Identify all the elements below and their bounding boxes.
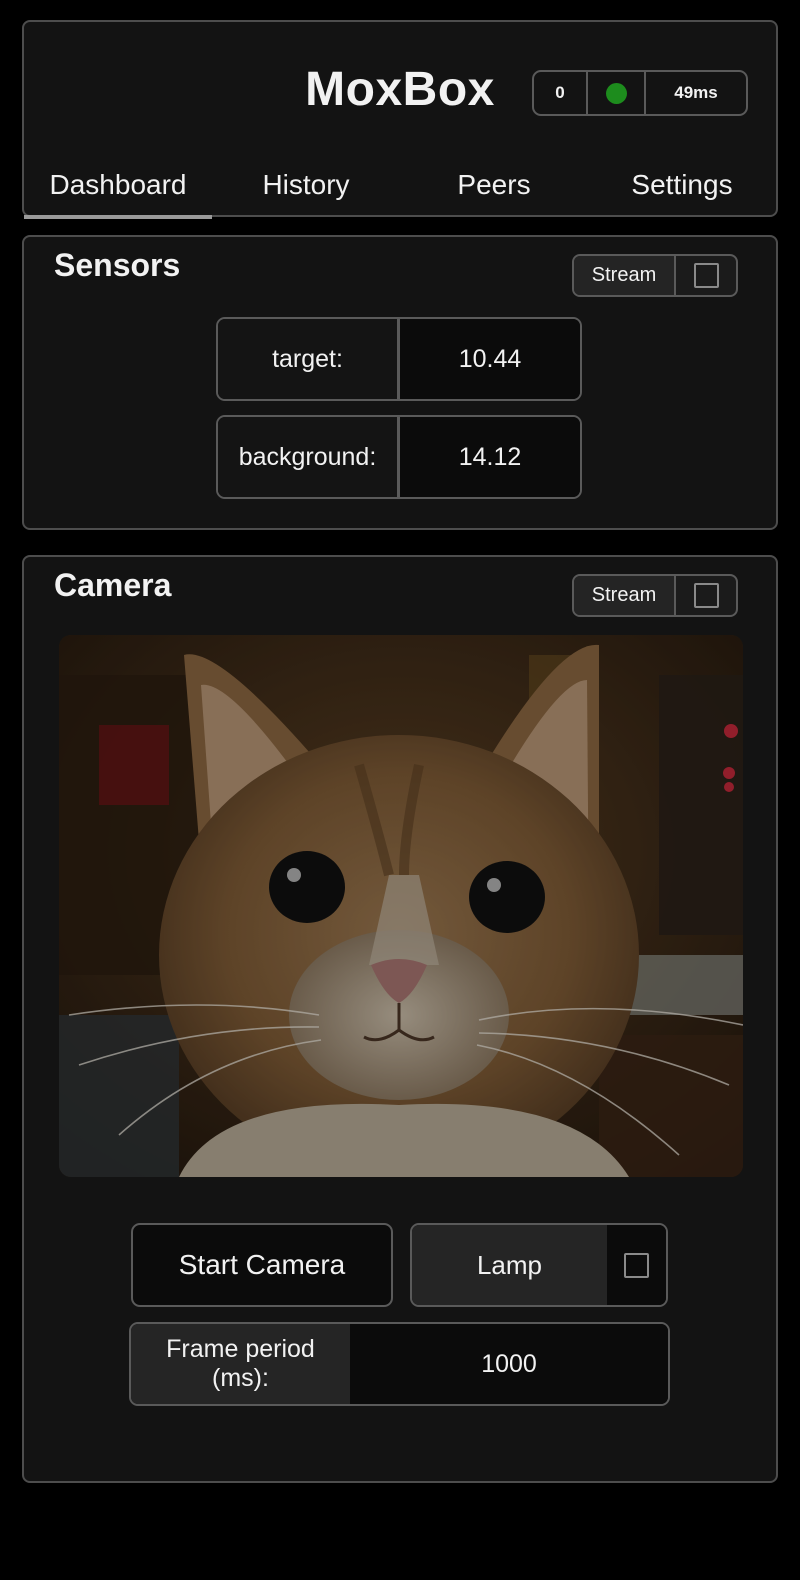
sensors-stream-label: Stream — [574, 256, 676, 295]
sensor-row-background: background: 14.12 — [216, 415, 582, 499]
camera-stream-toggle[interactable]: Stream — [572, 574, 738, 617]
camera-stream-checkbox[interactable] — [693, 583, 719, 608]
lamp-label: Lamp — [412, 1225, 607, 1305]
sensor-row-target: target: 10.44 — [216, 317, 582, 401]
sensors-panel: Sensors Stream target: 10.44 background:… — [22, 235, 778, 530]
camera-stream-label: Stream — [574, 576, 676, 615]
sensors-title: Sensors — [54, 247, 181, 283]
status-dot-icon — [605, 82, 627, 104]
camera-stream-checkbox-cell[interactable] — [676, 576, 736, 615]
camera-title: Camera — [54, 567, 172, 603]
camera-feed-image — [59, 635, 743, 1177]
sensor-key-target: target: — [218, 319, 400, 399]
camera-panel: Camera Stream Start Camera Lamp Frame pe… — [22, 555, 778, 1483]
lamp-checkbox-cell[interactable] — [607, 1225, 666, 1305]
start-camera-button[interactable]: Start Camera — [131, 1223, 393, 1307]
frame-period-label: Frame period (ms): — [131, 1324, 350, 1404]
tab-peers[interactable]: Peers — [400, 150, 588, 217]
tab-history[interactable]: History — [212, 150, 400, 217]
tab-dashboard[interactable]: Dashboard — [24, 150, 212, 219]
cat-illustration — [59, 635, 743, 1177]
connection-status — [588, 72, 646, 114]
header-panel: MoxBox 0 49ms Dashboard History Peers Se… — [22, 20, 778, 219]
status-indicator-group: 0 49ms — [532, 70, 748, 116]
lamp-checkbox[interactable] — [624, 1252, 649, 1278]
sensor-key-background: background: — [218, 417, 400, 497]
latency-readout: 49ms — [674, 83, 718, 102]
lamp-toggle[interactable]: Lamp — [410, 1223, 668, 1307]
sensors-stream-checkbox[interactable] — [693, 263, 719, 288]
sensors-stream-toggle[interactable]: Stream — [572, 254, 738, 297]
tab-bar: Dashboard History Peers Settings — [24, 150, 776, 219]
sensor-value-target: 10.44 — [400, 319, 580, 399]
status-count: 0 — [534, 72, 588, 114]
frame-period-input[interactable]: 1000 — [350, 1324, 668, 1404]
sensor-value-background: 14.12 — [400, 417, 580, 497]
sensors-stream-checkbox-cell[interactable] — [676, 256, 736, 295]
tab-settings[interactable]: Settings — [588, 150, 776, 217]
frame-period-field: Frame period (ms): 1000 — [129, 1322, 670, 1406]
